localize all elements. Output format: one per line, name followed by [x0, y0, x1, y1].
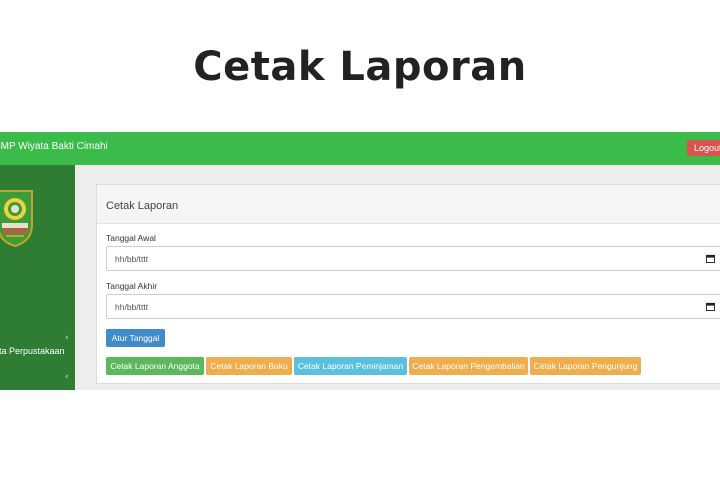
- calendar-icon[interactable]: [706, 302, 715, 311]
- print-books-report-button[interactable]: Cetak Laporan Buku: [206, 357, 292, 375]
- panel-title: Cetak Laporan: [106, 200, 179, 212]
- chevron-left-icon[interactable]: ‹: [65, 333, 69, 343]
- end-date-value: hh/bb/tttt: [115, 302, 149, 312]
- sidebar-item-anggota[interactable]: ota Perpustakaan: [0, 346, 65, 356]
- brand-name[interactable]: SMP Wiyata Bakti Cimahi: [0, 141, 108, 152]
- slide-title: Cetak Laporan: [193, 44, 527, 90]
- end-date-input[interactable]: hh/bb/tttt: [106, 294, 720, 319]
- top-navbar: SMP Wiyata Bakti Cimahi Logout: [0, 132, 720, 165]
- print-members-report-button[interactable]: Cetak Laporan Anggota: [106, 357, 204, 375]
- sidebar: ota Perpustakaan ‹ ‹: [0, 165, 75, 390]
- chevron-left-icon[interactable]: ‹: [65, 372, 69, 382]
- calendar-icon[interactable]: [706, 254, 715, 263]
- start-date-value: hh/bb/tttt: [115, 254, 149, 264]
- start-date-label: Tanggal Awal: [106, 233, 156, 243]
- print-returns-report-button[interactable]: Cetak Laporan Pengembalian: [409, 357, 528, 375]
- logout-button[interactable]: Logout: [687, 140, 720, 156]
- set-date-button[interactable]: Atur Tanggal: [106, 329, 165, 347]
- print-loans-report-button[interactable]: Cetak Laporan Peminjaman: [294, 357, 407, 375]
- panel-header: Cetak Laporan: [97, 185, 720, 224]
- report-panel: Cetak Laporan Tanggal Awal hh/bb/tttt Ta…: [96, 184, 720, 384]
- end-date-label: Tanggal Akhir: [106, 281, 158, 291]
- print-visitors-report-button[interactable]: Cetak Laporan Pengunjung: [530, 357, 641, 375]
- school-logo-icon: [0, 190, 33, 247]
- start-date-input[interactable]: hh/bb/tttt: [106, 246, 720, 271]
